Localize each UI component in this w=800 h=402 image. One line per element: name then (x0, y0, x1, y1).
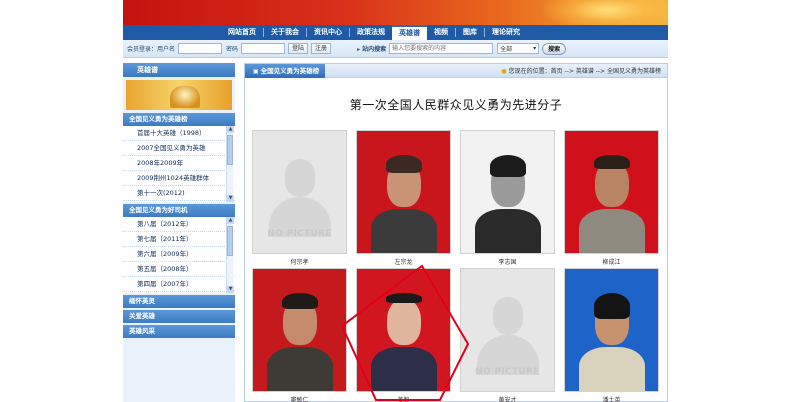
no-picture-placeholder[interactable]: NO PICTURE (460, 268, 555, 392)
no-picture-label: NO PICTURE (267, 229, 332, 239)
login-button[interactable]: 登陆 (288, 43, 309, 54)
nav-policy[interactable]: 政策法规 (350, 25, 392, 40)
person-silhouette-icon (493, 297, 523, 335)
person-card[interactable]: NO PICTURE 何宗孝 (252, 130, 347, 266)
nav-news[interactable]: 资讯中心 (307, 25, 349, 40)
person-card[interactable]: NO PICTURE 黄安才 (460, 268, 555, 402)
person-name[interactable]: 潘士英 (564, 395, 659, 402)
sidebar: 英雄谱 全国见义勇为英雄榜 首届十大英雄（1998） 2007全国见义勇为英雄 … (123, 63, 235, 402)
scroll-up-icon[interactable]: ▲ (227, 217, 234, 224)
search-button[interactable]: 搜索 (542, 42, 567, 55)
sidebar-item[interactable]: 首届十大英雄（1998） (123, 126, 235, 141)
search-scope-select[interactable]: 全部 ▾ (497, 43, 540, 54)
person-silhouette-icon (285, 159, 315, 197)
nav-about[interactable]: 关于我会 (264, 25, 306, 40)
password-label: 密码 (226, 46, 239, 53)
page: 网站首页 关于我会 资讯中心 政策法规 英雄谱 视频 图库 理论研究 会员登录：… (0, 0, 800, 402)
person-photo[interactable] (356, 130, 451, 254)
person-name[interactable]: 何宗孝 (252, 257, 347, 266)
sidebar-section-good-driver[interactable]: 全国见义勇为好司机 (123, 204, 235, 217)
sidebar-scrollbar[interactable]: ▲ ▼ (226, 126, 234, 202)
banner-emblem (543, 0, 668, 25)
register-button[interactable]: 注册 (311, 43, 332, 54)
content-header: 全国见义勇为英雄榜 ●您现在的位置：首页 --> 英雄谱 --> 全国见义勇为英… (245, 63, 667, 78)
nav-video[interactable]: 视频 (427, 25, 455, 40)
sidebar-item[interactable]: 2008年2009年 (123, 156, 235, 171)
person-photo[interactable] (252, 268, 347, 392)
site-search-label: 站内搜索 (357, 44, 386, 53)
sidebar-item[interactable]: 2007全国见义勇为英雄 (123, 141, 235, 156)
person-name[interactable]: 左宗龙 (356, 257, 451, 266)
nav-heroes[interactable]: 英雄谱 (392, 25, 427, 40)
person-photo[interactable] (460, 130, 555, 254)
right-margin (668, 0, 800, 402)
person-photo[interactable] (356, 268, 451, 392)
person-card[interactable]: 柳成江 (564, 130, 659, 266)
person-card[interactable]: 窦敏仁 (252, 268, 347, 402)
breadcrumb: ● 您现在的位置：首页 --> 英雄谱 --> 全国见义勇为英雄榜 (501, 66, 661, 75)
scroll-up-icon[interactable]: ▲ (227, 126, 234, 133)
person-name[interactable]: 窦敏仁 (252, 395, 347, 402)
sidebar-banner-image (126, 80, 232, 110)
scroll-down-icon[interactable]: ▼ (227, 195, 234, 202)
username-input[interactable] (178, 43, 223, 54)
no-picture-placeholder[interactable]: NO PICTURE (252, 130, 347, 254)
person-photo[interactable] (564, 130, 659, 254)
sidebar-link-care[interactable]: 关爱英雄 (123, 310, 235, 323)
breadcrumb-text: 您现在的位置：首页 --> 英雄谱 --> 全国见义勇为英雄榜 (508, 68, 661, 75)
username-label: 会员登录：用户名 (127, 46, 176, 53)
scroll-thumb[interactable] (227, 135, 233, 165)
lightbulb-icon: ● (501, 68, 507, 75)
login-search-bar: 会员登录：用户名 密码 登陆 注册 站内搜索 全部 ▾ 搜索 (123, 40, 668, 58)
sidebar-section-hero-list[interactable]: 全国见义勇为英雄榜 (123, 113, 235, 126)
sidebar-item[interactable]: 第八届（2012年） (123, 217, 235, 232)
left-margin (0, 58, 123, 402)
person-name[interactable]: 柳成江 (564, 257, 659, 266)
person-name[interactable]: 李志国 (460, 257, 555, 266)
nav-home[interactable]: 网站首页 (221, 25, 263, 40)
main-nav: 网站首页 关于我会 资讯中心 政策法规 英雄谱 视频 图库 理论研究 (123, 25, 668, 40)
person-photo[interactable] (564, 268, 659, 392)
person-name[interactable]: 黄安才 (460, 395, 555, 402)
sidebar-item[interactable]: 第六届（2009年） (123, 247, 235, 262)
sidebar-list-driver: 第八届（2012年） 第七届（2011年） 第六届（2009年） 第五届（200… (123, 217, 235, 293)
chevron-down-icon: ▾ (533, 45, 537, 52)
person-card[interactable]: 潘士英 (564, 268, 659, 402)
sidebar-link-style[interactable]: 英雄风采 (123, 325, 235, 338)
sidebar-title: 英雄谱 (123, 63, 235, 77)
sidebar-item[interactable]: 第七届（2011年） (123, 232, 235, 247)
person-card[interactable]: 左宗龙 (356, 130, 451, 266)
header-banner (123, 0, 668, 25)
nav-theory[interactable]: 理论研究 (485, 25, 527, 40)
sidebar-list-hero: 首届十大英雄（1998） 2007全国见义勇为英雄 2008年2009年 200… (123, 126, 235, 202)
sidebar-item[interactable]: 2009荆州1024英雄群体 (123, 171, 235, 186)
page-title: 第一次全国人民群众见义勇为先进分子 (349, 98, 563, 112)
sidebar-scrollbar[interactable]: ▲ ▼ (226, 217, 234, 293)
sidebar-link-memorial[interactable]: 缅怀英灵 (123, 295, 235, 308)
scroll-thumb[interactable] (227, 226, 233, 256)
search-scope-value: 全部 (500, 46, 513, 53)
nav-gallery[interactable]: 图库 (456, 25, 484, 40)
no-picture-label: NO PICTURE (475, 367, 540, 377)
password-input[interactable] (241, 43, 286, 54)
sidebar-item[interactable]: 第四届（2007年） (123, 277, 235, 292)
sidebar-item[interactable]: 第五届（2008年） (123, 262, 235, 277)
scroll-down-icon[interactable]: ▼ (227, 286, 234, 293)
search-input[interactable] (389, 43, 494, 54)
person-card[interactable]: 姜智 (356, 268, 451, 402)
sidebar-item[interactable]: 第十一次(2012) (123, 186, 235, 201)
person-name[interactable]: 姜智 (356, 395, 451, 402)
content-tab[interactable]: 全国见义勇为英雄榜 (245, 63, 326, 78)
person-card[interactable]: 李志国 (460, 130, 555, 266)
